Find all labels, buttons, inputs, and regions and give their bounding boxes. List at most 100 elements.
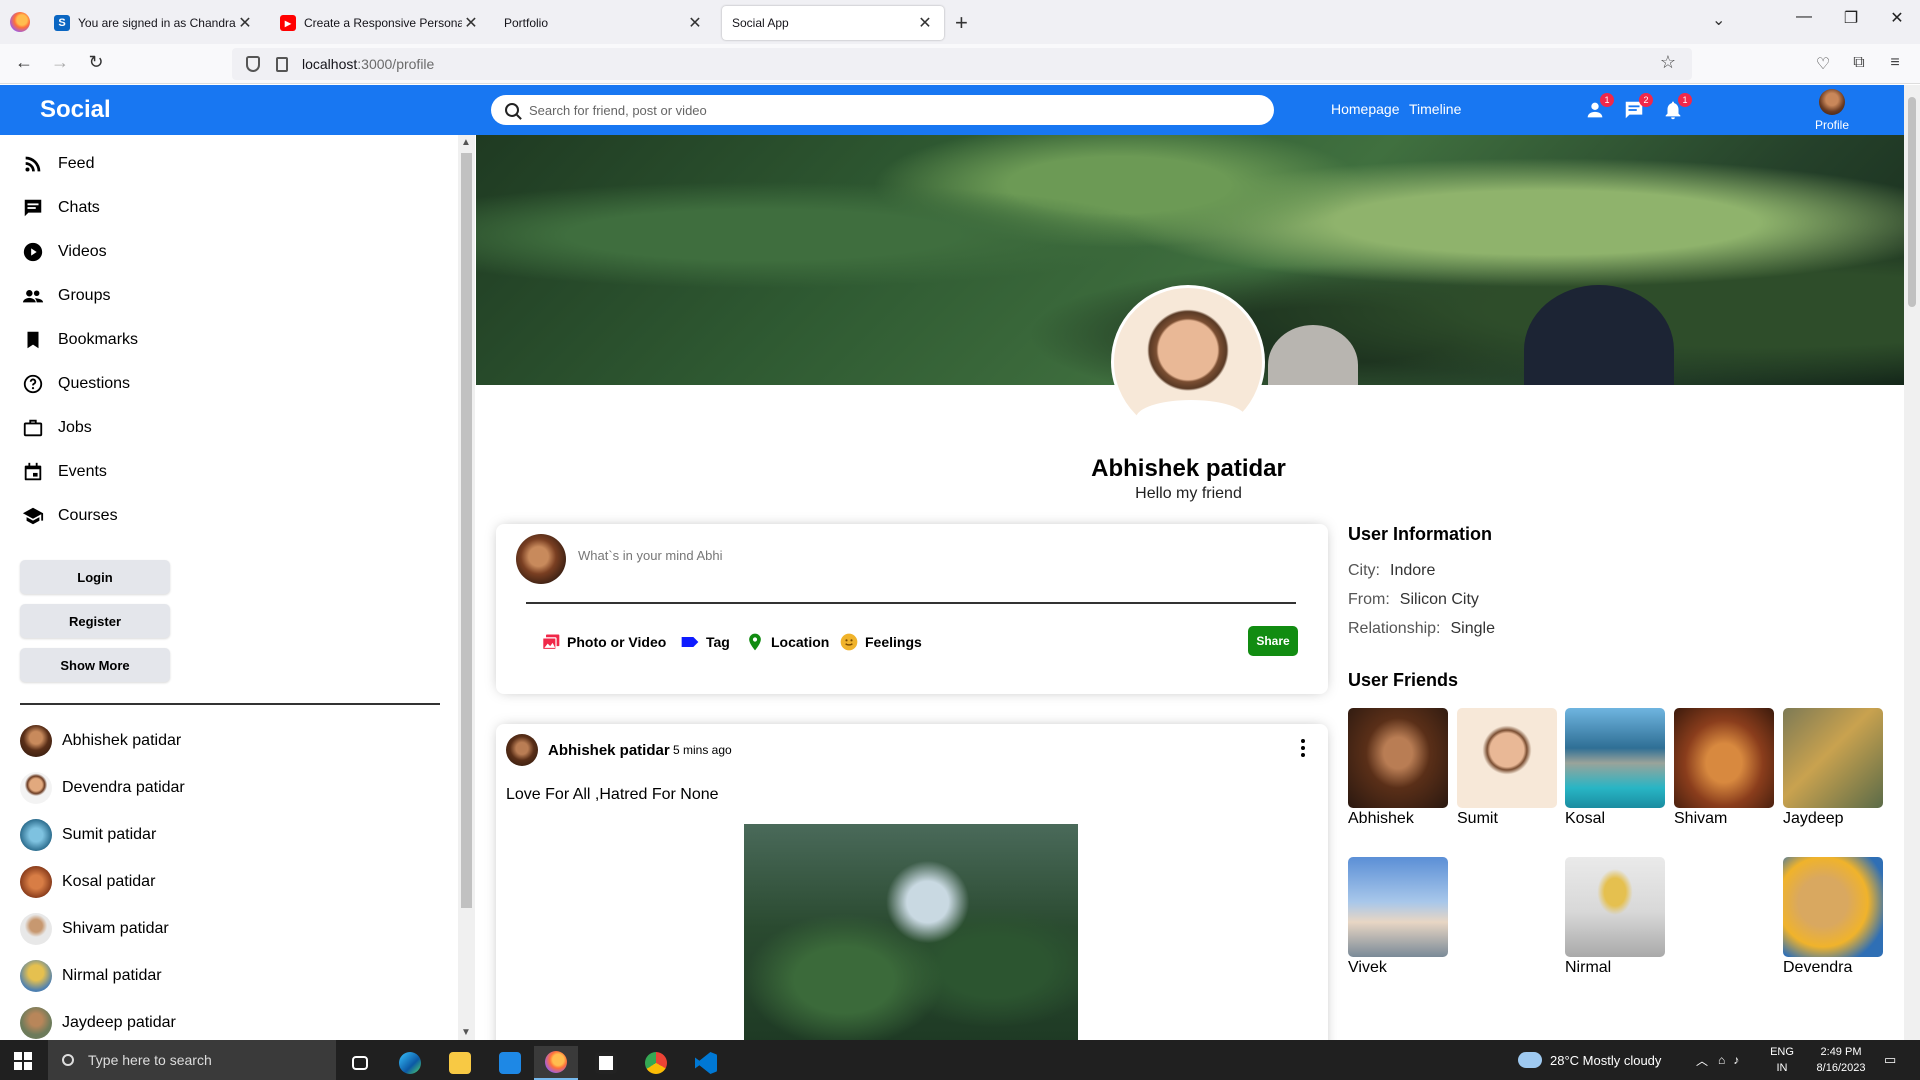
pocket-icon[interactable]: ♡ (1812, 54, 1834, 74)
sidebar-item-courses[interactable]: Courses (22, 503, 118, 529)
close-tab-icon[interactable]: ✕ (916, 13, 934, 33)
friend-list-item[interactable]: Abhishek patidar (20, 725, 181, 757)
browser-tab-3[interactable]: Portfolio ✕ (494, 6, 714, 40)
language-indicator[interactable]: ENG IN (1762, 1044, 1802, 1076)
tag-option[interactable]: Tag (679, 632, 730, 652)
speaker-icon[interactable]: ♪ (1733, 1053, 1739, 1067)
forward-arrow-icon[interactable]: → (46, 52, 74, 73)
search-input[interactable] (529, 102, 1229, 118)
sidebar-item-feed[interactable]: Feed (22, 151, 94, 177)
back-arrow-icon[interactable]: ← (10, 52, 38, 73)
bookmark-star-icon[interactable]: ☆ (1660, 52, 1676, 73)
more-vert-icon[interactable] (1296, 736, 1310, 760)
group-icon (22, 290, 44, 303)
browser-tab-active[interactable]: Social App ✕ (722, 6, 944, 40)
friend-card[interactable]: Sumit (1457, 708, 1557, 828)
firefox-icon[interactable] (10, 12, 30, 32)
profile-menu[interactable]: Profile (1812, 87, 1852, 132)
friend-card[interactable]: Kosal (1565, 708, 1665, 828)
extensions-icon[interactable]: ⧉ (1848, 54, 1870, 72)
post-username[interactable]: Abhishek patidar (548, 742, 670, 759)
browser-tab-bar: S You are signed in as Chandraka ✕ ▶ Cre… (0, 0, 1920, 44)
firefox-app[interactable] (534, 1046, 578, 1080)
close-window-button[interactable]: ✕ (1882, 8, 1912, 28)
browser-tab-1[interactable]: S You are signed in as Chandraka ✕ (44, 6, 264, 40)
app-logo[interactable]: Social (40, 96, 111, 124)
friend-card[interactable]: Devendra (1783, 857, 1883, 977)
avatar[interactable] (506, 734, 538, 766)
sidebar-item-questions[interactable]: Questions (22, 371, 130, 397)
close-tab-icon[interactable]: ✕ (236, 13, 254, 33)
clock[interactable]: 2:49 PM 8/16/2023 (1806, 1044, 1876, 1076)
chrome-app[interactable] (634, 1046, 678, 1080)
store-app[interactable] (584, 1046, 628, 1080)
chevron-up-icon[interactable]: ︿ (1696, 1052, 1708, 1069)
sidebar-item-jobs[interactable]: Jobs (22, 415, 92, 441)
friend-card[interactable]: Shivam (1674, 708, 1774, 828)
reload-icon[interactable]: ↻ (82, 52, 110, 73)
avatar (20, 913, 52, 945)
scrollbar-thumb[interactable] (461, 153, 472, 908)
login-button[interactable]: Login (20, 560, 170, 594)
show-more-button[interactable]: Show More (20, 648, 170, 682)
cover-photo-detail (1524, 285, 1674, 385)
page-scrollbar[interactable] (1904, 85, 1920, 1040)
notification-center-icon[interactable]: ▭ (1884, 1040, 1896, 1080)
new-tab-button[interactable]: + (955, 10, 968, 36)
restore-button[interactable]: ❐ (1836, 8, 1866, 28)
share-input[interactable] (578, 548, 1278, 563)
close-tab-icon[interactable]: ✕ (462, 13, 480, 33)
friend-card[interactable]: Abhishek (1348, 708, 1448, 828)
sidebar-item-groups[interactable]: Groups (22, 283, 110, 309)
notification-badge: 1 (1678, 93, 1692, 107)
scrollbar-thumb[interactable] (1908, 97, 1916, 307)
scroll-down-icon[interactable]: ▼ (461, 1027, 471, 1038)
sidebar-item-chats[interactable]: Chats (22, 195, 100, 221)
friend-list-item[interactable]: Shivam patidar (20, 913, 169, 945)
address-bar[interactable]: localhost:3000/profile ☆ (232, 48, 1692, 80)
chevron-down-icon[interactable]: ⌄ (1712, 10, 1725, 30)
tray-icons[interactable]: ︿ ⌂ ♪ (1696, 1040, 1739, 1080)
timeline-link[interactable]: Timeline (1409, 101, 1461, 117)
register-button[interactable]: Register (20, 604, 170, 638)
notifications-button[interactable]: 1 (1662, 93, 1692, 121)
photo-or-video-option[interactable]: Photo or Video (540, 632, 666, 652)
friend-list-item[interactable]: Sumit patidar (20, 819, 156, 851)
sidebar-item-bookmarks[interactable]: Bookmarks (22, 327, 138, 353)
friend-list-item[interactable]: Kosal patidar (20, 866, 155, 898)
windows-start-icon[interactable] (14, 1052, 32, 1070)
friend-card[interactable]: Jaydeep (1783, 708, 1883, 828)
close-tab-icon[interactable]: ✕ (686, 13, 704, 33)
friend-list-item[interactable]: Jaydeep patidar (20, 1007, 176, 1039)
taskbar-search[interactable]: Type here to search (48, 1040, 336, 1080)
sidebar-item-videos[interactable]: Videos (22, 239, 107, 265)
friend-list-item[interactable]: Devendra patidar (20, 772, 185, 804)
edge-app[interactable] (388, 1046, 432, 1080)
mail-app[interactable] (488, 1046, 532, 1080)
vscode-app[interactable] (684, 1046, 728, 1080)
friend-photo (1783, 708, 1883, 808)
minimize-button[interactable]: — (1789, 8, 1819, 26)
search-bar[interactable] (491, 95, 1274, 125)
sidebar-scrollbar[interactable]: ▲ ▼ (458, 135, 475, 1040)
scroll-up-icon[interactable]: ▲ (461, 137, 471, 148)
messages-button[interactable]: 2 (1623, 93, 1653, 121)
homepage-link[interactable]: Homepage (1331, 101, 1400, 117)
friend-card[interactable]: Vivek (1348, 857, 1448, 977)
browser-nav-bar: ← → ↻ localhost:3000/profile ☆ ♡ ⧉ ≡ (0, 44, 1920, 84)
file-explorer-app[interactable] (438, 1046, 482, 1080)
sidebar-item-events[interactable]: Events (22, 459, 107, 485)
url-text[interactable]: localhost:3000/profile (302, 56, 434, 72)
friend-list-item[interactable]: Nirmal patidar (20, 960, 162, 992)
browser-tab-2[interactable]: ▶ Create a Responsive Personal P ✕ (270, 6, 490, 40)
menu-icon[interactable]: ≡ (1884, 54, 1906, 72)
task-view-button[interactable] (338, 1046, 382, 1080)
share-button[interactable]: Share (1248, 626, 1298, 656)
feelings-option[interactable]: Feelings (838, 632, 922, 652)
friend-requests-button[interactable]: 1 (1584, 93, 1614, 121)
weather-widget[interactable]: 28°C Mostly cloudy (1518, 1040, 1661, 1080)
location-option[interactable]: Location (744, 632, 829, 652)
friend-card[interactable]: Nirmal (1565, 857, 1665, 977)
shield-icon[interactable] (246, 56, 260, 72)
network-icon[interactable]: ⌂ (1718, 1053, 1725, 1067)
